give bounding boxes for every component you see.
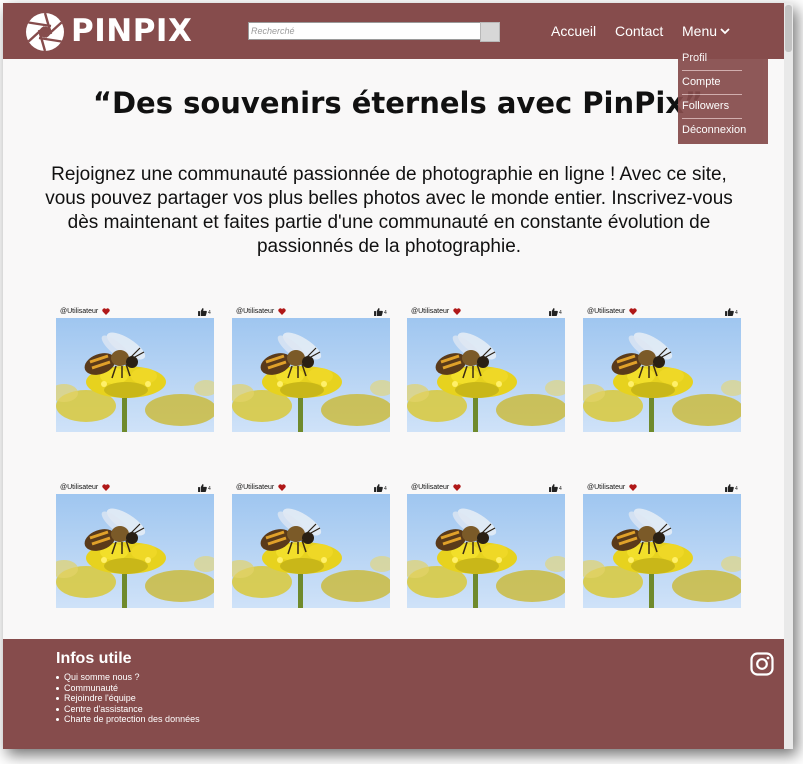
nav-link-contact[interactable]: Contact	[615, 22, 663, 40]
card-username[interactable]: @Utilisateur	[236, 483, 274, 492]
hero-title: “Des souvenirs éternels avec PinPix”	[92, 86, 704, 120]
like-count: 4	[735, 486, 738, 492]
card-username[interactable]: @Utilisateur	[587, 483, 625, 492]
card-username[interactable]: @Utilisateur	[411, 483, 449, 492]
photo-card[interactable]: @Utilisateur 4	[232, 481, 390, 612]
photo-card[interactable]: @Utilisateur 4	[56, 481, 214, 612]
vertical-scrollbar[interactable]	[784, 3, 793, 749]
like-count: 4	[559, 310, 562, 316]
heart-icon[interactable]	[629, 484, 637, 491]
thumbs-up-icon[interactable]	[374, 484, 383, 492]
bee-photo[interactable]	[232, 318, 390, 432]
bee-photo[interactable]	[407, 318, 565, 432]
like-count: 4	[559, 486, 562, 492]
aperture-logo-icon[interactable]	[25, 12, 65, 52]
thumbs-up-icon[interactable]	[198, 308, 207, 316]
heart-icon[interactable]	[102, 484, 110, 491]
bee-photo[interactable]	[56, 318, 214, 432]
card-username[interactable]: @Utilisateur	[236, 307, 274, 316]
footer-links: Qui somme nous ? Communauté Rejoindre l'…	[55, 672, 200, 725]
thumbs-up-icon[interactable]	[725, 484, 734, 492]
photo-card[interactable]: @Utilisateur 4	[56, 305, 214, 436]
heart-icon[interactable]	[278, 308, 286, 315]
bee-photo[interactable]	[583, 318, 741, 432]
footer-link-join-team[interactable]: Rejoindre l'équipe	[55, 693, 200, 704]
photo-card[interactable]: @Utilisateur 4	[407, 481, 565, 612]
heart-icon[interactable]	[453, 484, 461, 491]
menu-divider	[682, 94, 742, 95]
nav-link-home[interactable]: Accueil	[551, 22, 596, 40]
search-input[interactable]	[248, 22, 482, 40]
bee-photo[interactable]	[407, 494, 565, 608]
bee-photo[interactable]	[56, 494, 214, 608]
heart-icon[interactable]	[453, 308, 461, 315]
footer-link-about[interactable]: Qui somme nous ?	[55, 672, 200, 683]
like-count: 4	[384, 310, 387, 316]
app-window: PINPIX Accueil Contact Menu Profil Compt…	[3, 3, 793, 749]
footer-title: Infos utile	[56, 650, 132, 667]
menu-item-compte[interactable]: Compte	[682, 76, 721, 88]
thumbs-up-icon[interactable]	[549, 308, 558, 316]
photo-card[interactable]: @Utilisateur 4	[407, 305, 565, 436]
site-footer: Infos utile Qui somme nous ? Communauté …	[3, 639, 793, 749]
hero-description: Rejoignez une communauté passionnée de p…	[45, 164, 733, 257]
heart-icon[interactable]	[629, 308, 637, 315]
like-count: 4	[208, 310, 211, 316]
heart-icon[interactable]	[278, 484, 286, 491]
footer-link-community[interactable]: Communauté	[55, 683, 200, 694]
thumbs-up-icon[interactable]	[198, 484, 207, 492]
photo-card[interactable]: @Utilisateur 4	[583, 305, 741, 436]
like-count: 4	[208, 486, 211, 492]
chevron-down-icon[interactable]	[720, 28, 730, 35]
like-count: 4	[384, 486, 387, 492]
card-username[interactable]: @Utilisateur	[60, 483, 98, 492]
bee-photo[interactable]	[583, 494, 741, 608]
menu-item-profil[interactable]: Profil	[682, 52, 707, 64]
footer-link-help-center[interactable]: Centre d'assistance	[55, 704, 200, 715]
menu-item-followers[interactable]: Followers	[682, 100, 729, 112]
top-navbar: PINPIX Accueil Contact Menu	[3, 3, 793, 59]
menu-item-deconnexion[interactable]: Déconnexion	[682, 124, 746, 136]
photo-card[interactable]: @Utilisateur 4	[583, 481, 741, 612]
bee-photo[interactable]	[232, 494, 390, 608]
thumbs-up-icon[interactable]	[374, 308, 383, 316]
brand-name[interactable]: PINPIX	[71, 11, 192, 51]
thumbs-up-icon[interactable]	[549, 484, 558, 492]
menu-divider	[682, 118, 742, 119]
scrollbar-thumb[interactable]	[785, 5, 792, 52]
instagram-icon[interactable]	[750, 652, 774, 676]
search-button[interactable]	[480, 22, 500, 42]
nav-menu-toggle[interactable]: Menu	[682, 22, 717, 40]
card-username[interactable]: @Utilisateur	[587, 307, 625, 316]
like-count: 4	[735, 310, 738, 316]
thumbs-up-icon[interactable]	[725, 308, 734, 316]
menu-dropdown: Profil Compte Followers Déconnexion	[678, 40, 768, 144]
heart-icon[interactable]	[102, 308, 110, 315]
card-username[interactable]: @Utilisateur	[411, 307, 449, 316]
menu-divider	[682, 70, 742, 71]
photo-card[interactable]: @Utilisateur 4	[232, 305, 390, 436]
card-username[interactable]: @Utilisateur	[60, 307, 98, 316]
footer-link-privacy[interactable]: Charte de protection des données	[55, 714, 200, 725]
